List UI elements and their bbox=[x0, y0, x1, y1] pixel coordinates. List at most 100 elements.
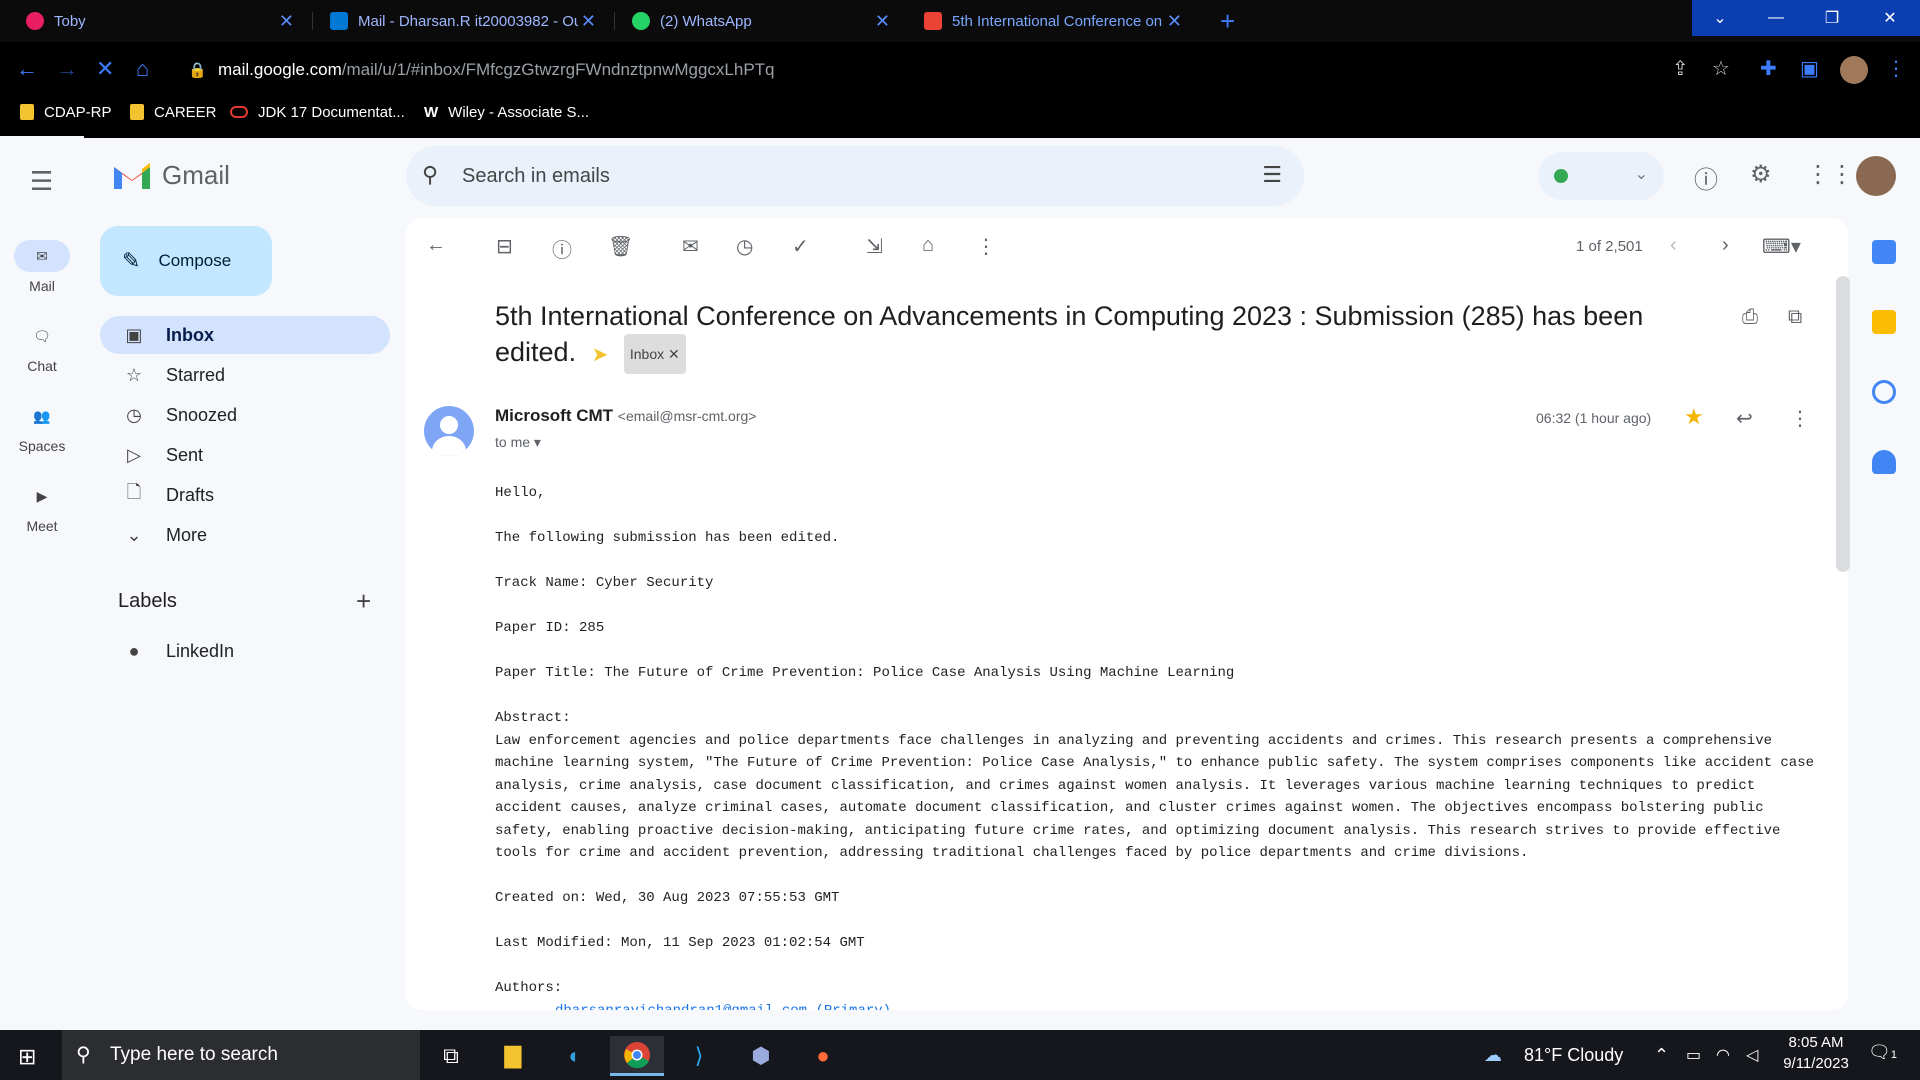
rail-meet[interactable]: ▶ Meet bbox=[0, 480, 84, 535]
notifications-icon[interactable]: 🗨1 bbox=[1868, 1042, 1897, 1063]
nav-starred[interactable]: ☆ Starred bbox=[100, 356, 390, 394]
compose-button[interactable]: ✎ Compose bbox=[100, 226, 272, 296]
gmail-logo[interactable]: Gmail bbox=[112, 160, 230, 191]
share-icon[interactable]: ⇪ bbox=[1672, 56, 1689, 81]
nav-inbox[interactable]: ▣ Inbox bbox=[100, 316, 390, 354]
nav-sent[interactable]: ▷ Sent bbox=[100, 436, 390, 474]
volume-icon[interactable]: ◁ bbox=[1746, 1045, 1758, 1065]
bookmark-star-icon[interactable]: ☆ bbox=[1712, 56, 1730, 81]
profile-avatar[interactable] bbox=[1840, 56, 1868, 84]
help-icon[interactable]: ⓘ bbox=[1694, 160, 1718, 195]
forward-icon[interactable]: → bbox=[56, 56, 78, 82]
stop-loading-icon[interactable]: ✕ bbox=[96, 56, 114, 82]
mark-unread-icon[interactable]: ✉ bbox=[682, 234, 699, 259]
keep-icon[interactable] bbox=[1872, 310, 1896, 334]
tab-search-icon[interactable]: ⌄ bbox=[1692, 0, 1748, 36]
add-task-icon[interactable]: ✓ bbox=[792, 234, 809, 259]
remove-label-icon[interactable]: ✕ bbox=[668, 346, 680, 362]
body-paragraph: Track Name: Cyber Security bbox=[495, 575, 714, 591]
close-icon[interactable]: ✕ bbox=[875, 11, 890, 32]
label-as-icon[interactable]: ⌂ bbox=[922, 234, 934, 257]
close-icon[interactable]: ✕ bbox=[1167, 11, 1182, 32]
bookmark-item[interactable]: CAREER bbox=[130, 100, 217, 124]
browser-tab[interactable]: Mail - Dharsan.R it20003982 - Ou ✕ bbox=[314, 0, 612, 42]
restore-icon[interactable]: ❐ bbox=[1804, 0, 1860, 36]
report-spam-icon[interactable]: ⓘ bbox=[552, 234, 572, 263]
account-avatar[interactable] bbox=[1856, 156, 1896, 196]
taskbar-search-input[interactable]: ⚲ Type here to search bbox=[62, 1030, 420, 1080]
calendar-icon[interactable] bbox=[1872, 240, 1896, 264]
importance-marker-icon[interactable]: ➤ bbox=[592, 344, 609, 366]
edge-icon[interactable]: ◐ bbox=[548, 1036, 602, 1076]
chrome-icon[interactable] bbox=[610, 1036, 664, 1076]
side-panel-icon[interactable]: ▣ bbox=[1800, 56, 1819, 81]
bookmark-item[interactable]: W Wiley - Associate S... bbox=[424, 100, 589, 124]
delete-icon[interactable]: 🗑 bbox=[608, 234, 633, 259]
add-label-icon[interactable]: + bbox=[356, 586, 371, 617]
sender-name[interactable]: Microsoft CMT bbox=[495, 406, 613, 425]
newer-chevron-icon[interactable]: ‹ bbox=[1670, 234, 1677, 257]
back-icon[interactable]: ← bbox=[16, 56, 38, 82]
browser-tab-active[interactable]: 5th International Conference on A ✕ bbox=[908, 0, 1198, 42]
inbox-chip[interactable]: Inbox ✕ bbox=[623, 334, 686, 374]
window-close-icon[interactable]: ✕ bbox=[1860, 0, 1920, 36]
move-to-icon[interactable]: ⇲ bbox=[866, 234, 883, 259]
browser-tab[interactable]: (2) WhatsApp ✕ bbox=[616, 0, 906, 42]
file-explorer-icon[interactable]: ▇ bbox=[486, 1036, 540, 1076]
extensions-icon[interactable]: ✚ bbox=[1760, 56, 1777, 81]
star-icon[interactable]: ★ bbox=[1684, 404, 1704, 430]
tasks-icon[interactable] bbox=[1872, 380, 1896, 404]
nav-more[interactable]: ⌄ More bbox=[100, 516, 390, 554]
print-icon[interactable]: ⎙ bbox=[1742, 306, 1758, 329]
more-actions-icon[interactable]: ⋮ bbox=[976, 234, 996, 259]
tab-divider bbox=[614, 12, 615, 30]
rail-chat[interactable]: 🗨 Chat bbox=[0, 320, 84, 375]
sender-avatar[interactable] bbox=[424, 406, 474, 456]
bookmark-item[interactable]: JDK 17 Documentat... bbox=[230, 100, 405, 124]
scrollbar-thumb[interactable] bbox=[1836, 276, 1850, 572]
close-icon[interactable]: ✕ bbox=[279, 11, 294, 32]
search-options-icon[interactable]: ☰ bbox=[1262, 162, 1282, 188]
nav-snoozed[interactable]: ◷ Snoozed bbox=[100, 396, 390, 434]
back-to-inbox-icon[interactable]: ← bbox=[426, 234, 446, 257]
reply-icon[interactable]: ↩ bbox=[1736, 406, 1753, 431]
home-icon[interactable]: ⌂ bbox=[136, 56, 149, 82]
task-view-icon[interactable]: ⧉ bbox=[424, 1036, 478, 1076]
rail-mail[interactable]: ✉ Mail bbox=[0, 240, 84, 294]
settings-gear-icon[interactable]: ⚙ bbox=[1750, 160, 1772, 189]
rail-spaces[interactable]: 👥 Spaces bbox=[0, 400, 84, 455]
nav-drafts[interactable]: 🗋 Drafts bbox=[100, 476, 390, 514]
address-bar[interactable]: 🔒 mail.google.com/mail/u/1/#inbox/FMfcgz… bbox=[176, 50, 1684, 90]
windows-start-icon[interactable]: ⊞ bbox=[18, 1044, 36, 1070]
body-paragraph: Authors: bbox=[495, 980, 563, 996]
postman-icon[interactable]: ● bbox=[796, 1036, 850, 1076]
contacts-icon[interactable] bbox=[1872, 450, 1896, 474]
bookmark-label: Wiley - Associate S... bbox=[448, 103, 590, 121]
minimize-icon[interactable]: — bbox=[1748, 0, 1804, 36]
app-cube-icon[interactable]: ⬢ bbox=[734, 1036, 788, 1076]
browser-tab[interactable]: Toby ✕ bbox=[10, 0, 310, 42]
wifi-icon[interactable]: ◠ bbox=[1716, 1045, 1730, 1065]
weather-text[interactable]: 81°F Cloudy bbox=[1524, 1045, 1623, 1066]
search-input[interactable]: ⚲ Search in emails ☰ bbox=[406, 146, 1304, 206]
apps-grid-icon[interactable]: ⋮⋮ bbox=[1806, 160, 1854, 189]
recipient-toggle[interactable]: to me ▾ bbox=[495, 434, 541, 451]
clock-time: 8:05 AM bbox=[1788, 1034, 1844, 1051]
status-selector[interactable]: ⌄ bbox=[1538, 152, 1664, 200]
tray-chevron-up-icon[interactable]: ⌃ bbox=[1654, 1045, 1669, 1066]
bookmark-item[interactable]: CDAP-RP bbox=[20, 100, 112, 124]
open-new-window-icon[interactable]: ⧉ bbox=[1788, 306, 1802, 329]
close-icon[interactable]: ✕ bbox=[581, 11, 596, 32]
new-tab-icon[interactable]: + bbox=[1220, 6, 1235, 37]
battery-icon[interactable]: ▭ bbox=[1686, 1045, 1701, 1065]
message-more-icon[interactable]: ⋮ bbox=[1790, 406, 1810, 431]
vscode-icon[interactable]: ⟩ bbox=[672, 1036, 726, 1076]
snooze-icon[interactable]: ◷ bbox=[736, 234, 753, 259]
label-linkedin[interactable]: ● LinkedIn bbox=[100, 632, 390, 670]
main-menu-icon[interactable]: ☰ bbox=[30, 166, 53, 197]
older-chevron-icon[interactable]: › bbox=[1722, 234, 1729, 257]
clock[interactable]: 8:05 AM 9/11/2023 bbox=[1778, 1034, 1854, 1072]
input-tools-icon[interactable]: ⌨▾ bbox=[1762, 234, 1801, 259]
menu-kebab-icon[interactable]: ⋮ bbox=[1886, 56, 1906, 81]
archive-icon[interactable]: ⊟ bbox=[496, 234, 513, 259]
